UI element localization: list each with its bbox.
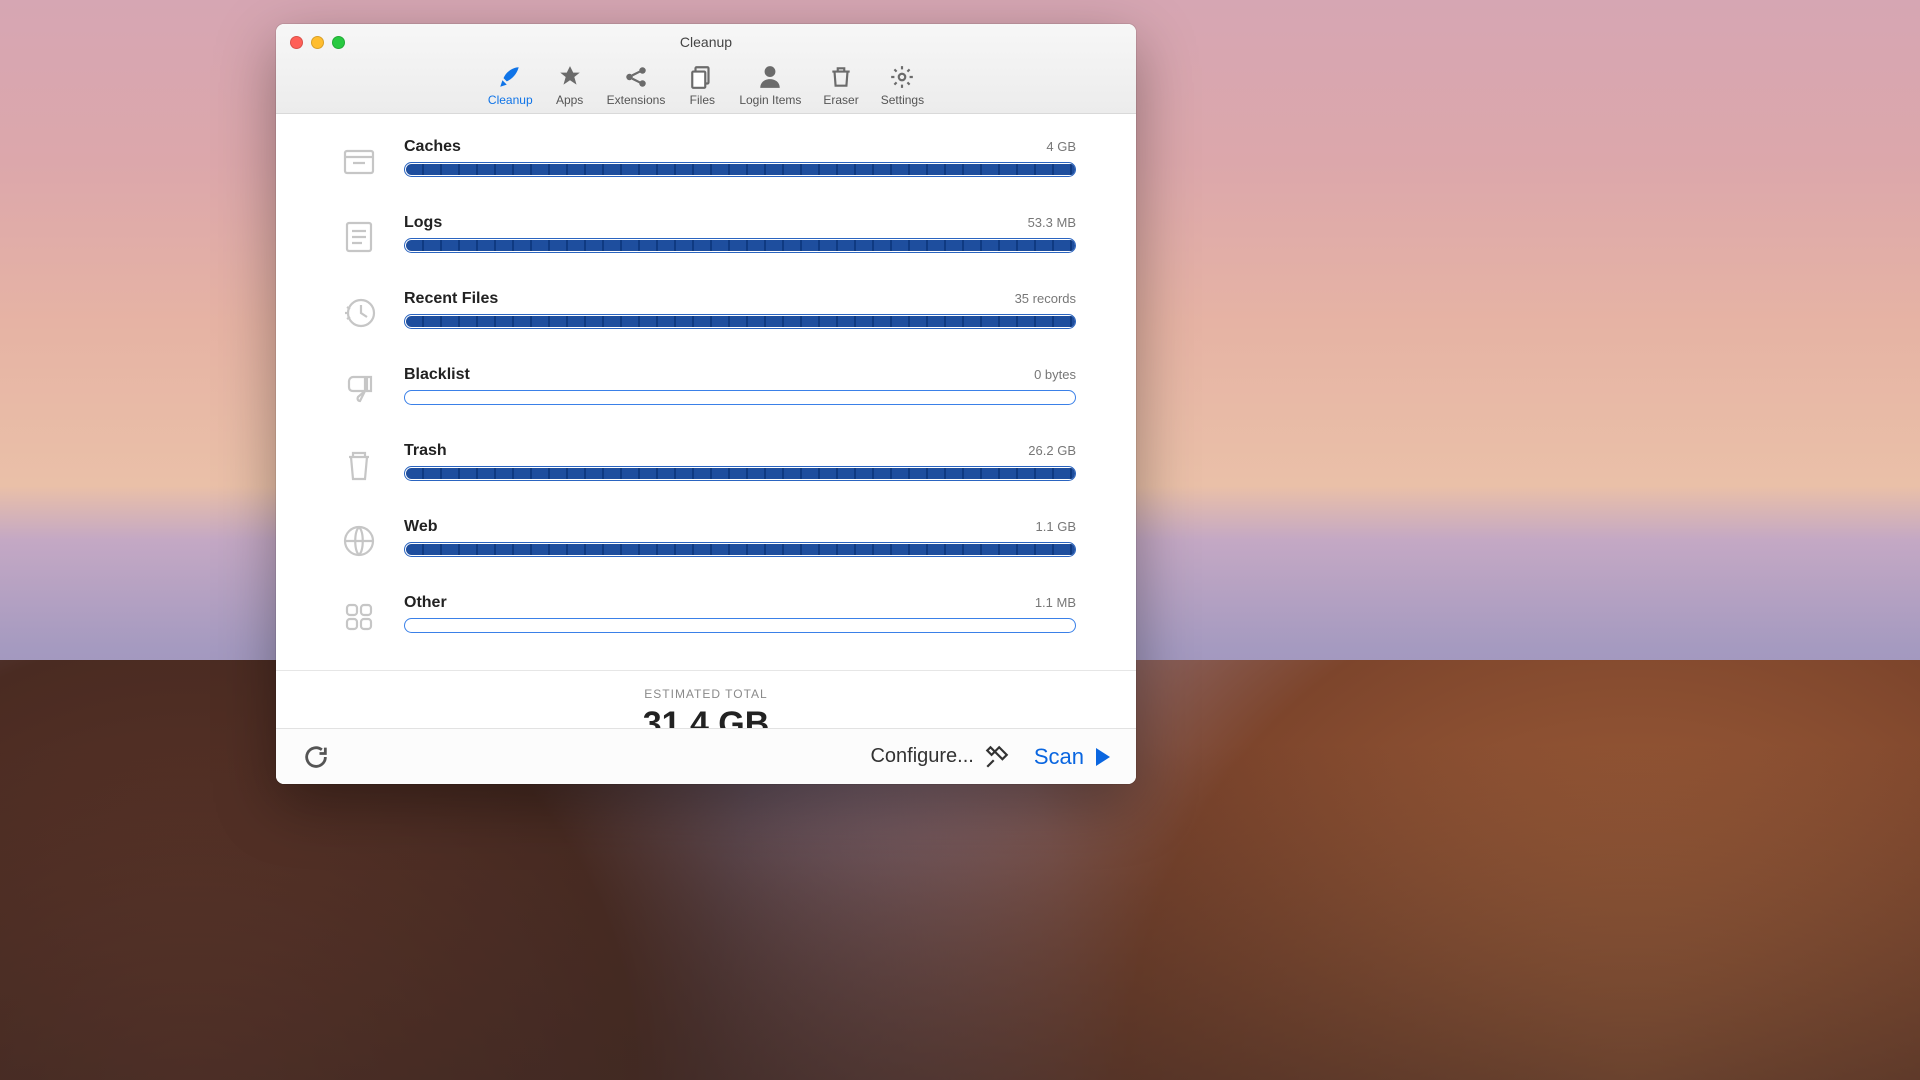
history-icon [336,290,382,336]
category-label: Recent Files [404,290,498,308]
progress-bar [404,238,1076,253]
files-icon [687,65,717,89]
apps-icon [555,65,585,89]
category-label: Trash [404,442,447,460]
category-size: 26.2 GB [1028,443,1076,458]
box-icon [336,138,382,184]
category-size: 1.1 MB [1035,595,1076,610]
category-label: Web [404,518,437,536]
toolbar-label: Files [690,93,715,107]
category-recent-files[interactable]: Recent Files 35 records [336,290,1076,336]
category-label: Other [404,594,447,612]
toolbar-label: Login Items [739,93,801,107]
globe-icon [336,518,382,564]
category-trash[interactable]: Trash 26.2 GB [336,442,1076,488]
cleanup-window: Cleanup Cleanup Apps Extensions [276,24,1136,784]
toolbar-settings[interactable]: Settings [877,63,928,109]
toolbar-label: Cleanup [488,93,533,107]
estimated-total-label: ESTIMATED TOTAL [336,687,1076,701]
feather-icon [495,65,525,89]
progress-bar [404,162,1076,177]
trash-icon [826,65,856,89]
document-icon [336,214,382,260]
category-size: 53.3 MB [1028,215,1076,230]
progress-bar [404,466,1076,481]
category-blacklist[interactable]: Blacklist 0 bytes [336,366,1076,412]
category-size: 0 bytes [1034,367,1076,382]
configure-label: Configure... [870,745,973,768]
play-icon [1096,748,1110,766]
category-other[interactable]: Other 1.1 MB [336,594,1076,640]
refresh-button[interactable] [302,743,330,771]
progress-bar [404,542,1076,557]
category-web[interactable]: Web 1.1 GB [336,518,1076,564]
category-size: 4 GB [1046,139,1076,154]
tools-icon [984,744,1010,770]
trash-can-icon [336,442,382,488]
summary: ESTIMATED TOTAL 31.4 GB Pending First Sc… [336,671,1076,728]
toolbar-label: Settings [881,93,924,107]
category-size: 1.1 GB [1036,519,1076,534]
thumbs-down-icon [336,366,382,412]
category-label: Blacklist [404,366,470,384]
user-icon [755,65,785,89]
toolbar-files[interactable]: Files [683,63,721,109]
progress-bar [404,390,1076,405]
estimated-total-value: 31.4 GB [336,705,1076,728]
window-title: Cleanup [276,34,1136,50]
categories-list: Caches 4 GB Logs 53.3 MB [276,114,1136,728]
category-logs[interactable]: Logs 53.3 MB [336,214,1076,260]
category-size: 35 records [1015,291,1076,306]
grid-icon [336,594,382,640]
toolbar-label: Apps [556,93,583,107]
settings-icon [887,65,917,89]
share-icon [621,65,651,89]
toolbar-apps[interactable]: Apps [551,63,589,109]
toolbar-cleanup[interactable]: Cleanup [484,63,537,109]
toolbar-label: Extensions [607,93,666,107]
toolbar-login-items[interactable]: Login Items [735,63,805,109]
configure-button[interactable]: Configure... [870,744,1009,770]
progress-bar [404,618,1076,633]
toolbar-label: Eraser [823,93,858,107]
toolbar-eraser[interactable]: Eraser [819,63,862,109]
category-label: Caches [404,138,461,156]
footer: Configure... Scan [276,728,1136,784]
category-label: Logs [404,214,442,232]
progress-bar [404,314,1076,329]
scan-label: Scan [1034,744,1084,770]
toolbar-extensions[interactable]: Extensions [603,63,670,109]
titlebar: Cleanup Cleanup Apps Extensions [276,24,1136,114]
scan-button[interactable]: Scan [1034,744,1110,770]
category-caches[interactable]: Caches 4 GB [336,138,1076,184]
toolbar: Cleanup Apps Extensions Files [276,63,1136,109]
